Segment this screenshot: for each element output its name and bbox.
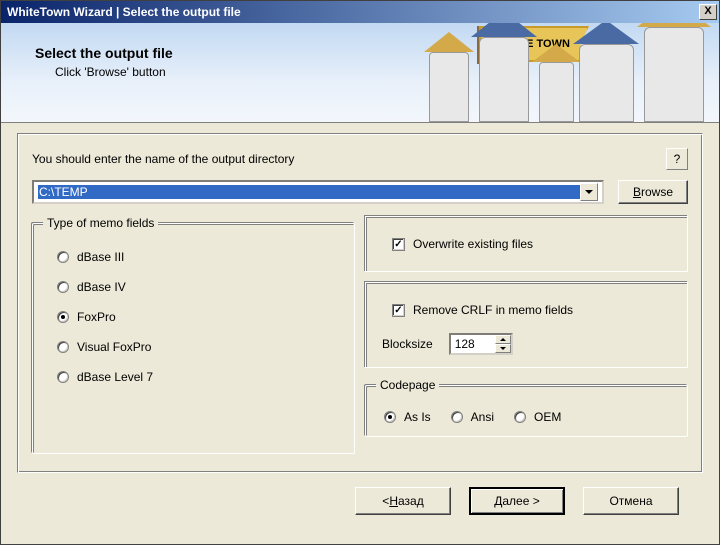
codepage-legend: Codepage: [376, 378, 439, 392]
browse-button[interactable]: Browse: [618, 180, 688, 204]
main-panel: You should enter the name of the output …: [17, 133, 703, 473]
memo-type-legend: Type of memo fields: [43, 216, 158, 230]
remove-crlf-checkbox[interactable]: ✓ Remove CRLF in memo fields: [378, 295, 675, 325]
radio-icon: [57, 251, 69, 263]
window-title: WhiteTown Wizard | Select the output fil…: [7, 5, 699, 19]
wizard-window: WhiteTown Wizard | Select the output fil…: [0, 0, 720, 545]
radio-dbase4[interactable]: dBase IV: [43, 272, 344, 302]
cancel-button[interactable]: Отмена: [583, 487, 679, 515]
radio-icon: [57, 281, 69, 293]
codepage-group: Codepage As Is Ansi: [365, 378, 688, 437]
prompt-label: You should enter the name of the output …: [32, 152, 666, 166]
blocksize-spinner[interactable]: 128: [449, 333, 513, 355]
back-button[interactable]: < Назад: [355, 487, 451, 515]
radio-label: OEM: [534, 410, 561, 424]
radio-visual-foxpro[interactable]: Visual FoxPro: [43, 332, 344, 362]
blocksize-value: 128: [451, 335, 495, 353]
check-icon: ✓: [392, 238, 405, 251]
banner: Select the output file Click 'Browse' bu…: [1, 23, 719, 123]
radio-icon: [514, 411, 526, 423]
close-button[interactable]: X: [699, 4, 717, 20]
radio-label: dBase III: [77, 250, 124, 264]
radio-dbase-level7[interactable]: dBase Level 7: [43, 362, 344, 392]
radio-codepage-ansi[interactable]: Ansi: [451, 410, 494, 424]
radio-label: dBase Level 7: [77, 370, 153, 384]
output-path-value: C:\TEMP: [38, 185, 580, 199]
radio-label: FoxPro: [77, 310, 116, 324]
footer-buttons: < Назад Далее > Отмена: [17, 473, 703, 529]
spinner-down-button[interactable]: [495, 344, 511, 353]
radio-label: As Is: [404, 410, 431, 424]
radio-icon: [57, 371, 69, 383]
castle-illustration: WHITE TOWN: [429, 23, 719, 122]
blocksize-label: Blocksize: [382, 337, 433, 351]
browse-label: rowse: [641, 185, 673, 199]
check-icon: ✓: [392, 304, 405, 317]
radio-dbase3[interactable]: dBase III: [43, 242, 344, 272]
cancel-label: Отмена: [609, 494, 652, 508]
remove-crlf-label: Remove CRLF in memo fields: [413, 303, 573, 317]
close-icon: X: [704, 5, 711, 17]
radio-codepage-oem[interactable]: OEM: [514, 410, 561, 424]
radio-icon: [57, 341, 69, 353]
radio-icon: [451, 411, 463, 423]
overwrite-box: ✓ Overwrite existing files: [365, 216, 688, 272]
help-icon: ?: [674, 152, 681, 166]
output-path-input[interactable]: C:\TEMP: [32, 180, 604, 204]
crlf-box: ✓ Remove CRLF in memo fields Blocksize 1…: [365, 282, 688, 368]
next-button[interactable]: Далее >: [469, 487, 565, 515]
spinner-up-button[interactable]: [495, 335, 511, 344]
banner-subtitle: Click 'Browse' button: [55, 65, 173, 79]
arrow-up-icon: [500, 338, 506, 341]
radio-icon: [57, 311, 69, 323]
radio-codepage-asis[interactable]: As Is: [384, 410, 431, 424]
radio-label: dBase IV: [77, 280, 126, 294]
overwrite-label: Overwrite existing files: [413, 237, 533, 251]
chevron-down-icon: [585, 190, 593, 194]
overwrite-checkbox[interactable]: ✓ Overwrite existing files: [378, 229, 675, 259]
radio-icon: [384, 411, 396, 423]
radio-label: Visual FoxPro: [77, 340, 151, 354]
radio-foxpro[interactable]: FoxPro: [43, 302, 344, 332]
memo-type-group: Type of memo fields dBase III dBase IV F…: [32, 216, 355, 454]
path-dropdown-button[interactable]: [580, 183, 598, 201]
banner-title: Select the output file: [35, 45, 173, 61]
radio-label: Ansi: [471, 410, 494, 424]
arrow-down-icon: [500, 347, 506, 350]
titlebar: WhiteTown Wizard | Select the output fil…: [1, 1, 719, 23]
help-button[interactable]: ?: [666, 148, 688, 170]
